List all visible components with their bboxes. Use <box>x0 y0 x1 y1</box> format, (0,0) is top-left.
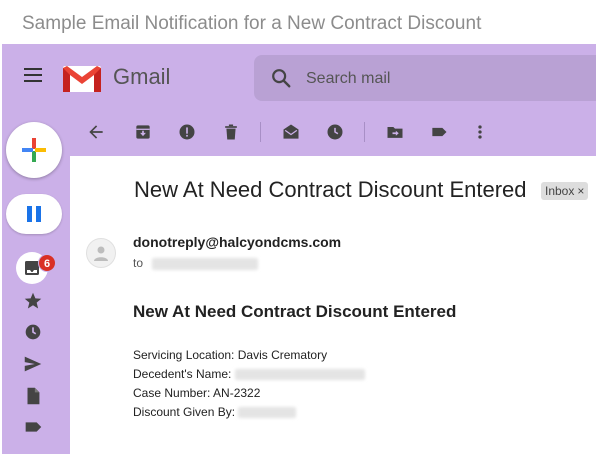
recipient-line[interactable]: to <box>133 256 259 270</box>
gmail-logo-icon[interactable] <box>62 64 102 94</box>
inbox-label-text: Inbox <box>545 184 575 198</box>
meet-button[interactable] <box>6 194 62 234</box>
label-icon[interactable] <box>22 416 44 438</box>
archive-icon[interactable] <box>133 122 153 142</box>
compose-button[interactable] <box>6 122 62 178</box>
main-menu-icon[interactable] <box>24 68 42 82</box>
gmail-brand: Gmail <box>113 64 171 89</box>
report-spam-icon[interactable] <box>177 122 197 142</box>
pause-icon <box>27 206 41 222</box>
label-icon[interactable] <box>429 122 449 142</box>
body-heading: New At Need Contract Discount Entered <box>133 302 457 321</box>
redacted-decedent-name <box>234 369 365 381</box>
mark-unread-icon[interactable] <box>281 122 301 142</box>
search-input[interactable] <box>306 68 586 90</box>
clock-icon[interactable] <box>22 321 44 343</box>
sender-avatar[interactable] <box>86 238 116 268</box>
snooze-icon[interactable] <box>325 122 345 142</box>
toolbar-divider <box>260 122 261 142</box>
field-label: Servicing Location: <box>133 348 235 362</box>
file-icon[interactable] <box>22 385 44 407</box>
more-vert-icon[interactable] <box>470 122 490 142</box>
redacted-recipient <box>152 257 259 270</box>
left-nav: 6 <box>2 108 70 454</box>
field-servicing-location: Servicing Location: Davis Crematory <box>133 348 327 362</box>
field-case-number: Case Number: AN-2322 <box>133 386 260 400</box>
field-label: Decedent's Name: <box>133 367 232 381</box>
figure-caption: Sample Email Notification for a New Cont… <box>22 13 482 34</box>
search-bar[interactable] <box>254 55 596 101</box>
toolbar-divider <box>364 122 365 142</box>
person-icon <box>94 246 108 261</box>
move-to-icon[interactable] <box>385 122 405 142</box>
field-label: Case Number: <box>133 386 211 400</box>
delete-icon[interactable] <box>221 122 241 142</box>
field-label: Discount Given By: <box>133 405 236 419</box>
inbox-label-chip[interactable]: Inbox × <box>541 182 589 200</box>
field-decedent-name: Decedent's Name: <box>133 367 365 381</box>
redacted-discount-by <box>238 407 297 419</box>
inbox-unread-badge: 6 <box>38 254 56 272</box>
email-subject: New At Need Contract Discount Entered <box>134 177 527 202</box>
field-value: AN-2322 <box>213 386 261 400</box>
sender-address[interactable]: donotreply@halcyondcms.com <box>133 234 341 250</box>
search-icon[interactable] <box>270 67 292 89</box>
back-arrow-icon[interactable] <box>86 122 106 142</box>
remove-label-icon[interactable]: × <box>577 184 584 198</box>
gmail-header: Gmail <box>2 44 596 108</box>
send-icon[interactable] <box>22 353 44 375</box>
field-value: Davis Crematory <box>237 348 328 362</box>
star-icon[interactable] <box>22 290 44 312</box>
message-toolbar <box>70 108 596 156</box>
compose-plus-icon <box>22 138 46 162</box>
field-discount-given-by: Discount Given By: <box>133 405 297 419</box>
to-label: to <box>133 256 144 270</box>
